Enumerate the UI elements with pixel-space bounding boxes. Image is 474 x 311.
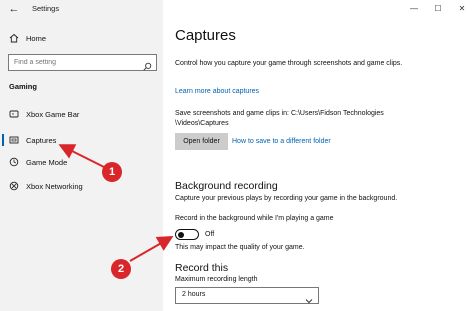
folder-help-link[interactable]: How to save to a different folder bbox=[232, 138, 331, 145]
record-background-label: Record in the background while I'm playi… bbox=[175, 215, 334, 222]
sidebar-item-label: Xbox Networking bbox=[26, 181, 83, 191]
xbox-game-bar-icon bbox=[9, 109, 19, 119]
learn-more-link[interactable]: Learn more about captures bbox=[175, 88, 259, 95]
annotation-callout-2: 2 bbox=[111, 259, 131, 279]
sidebar-item-label: Home bbox=[26, 33, 47, 43]
main-content: Captures Control how you capture your ga… bbox=[163, 0, 474, 311]
search-icon[interactable] bbox=[143, 58, 152, 71]
sidebar-item-label: Game Mode bbox=[26, 157, 68, 167]
record-background-toggle[interactable] bbox=[175, 229, 199, 240]
toggle-state-text: Off bbox=[205, 231, 215, 238]
sidebar-item-label: Xbox Game Bar bbox=[26, 109, 80, 119]
sidebar-item-xbox-game-bar[interactable]: Xbox Game Bar bbox=[0, 104, 163, 124]
max-recording-length-dropdown[interactable]: 2 hours bbox=[175, 287, 319, 304]
game-mode-icon bbox=[9, 157, 19, 167]
open-folder-button[interactable]: Open folder bbox=[175, 133, 228, 150]
sidebar-item-game-mode[interactable]: Game Mode bbox=[0, 152, 163, 172]
page-title: Captures bbox=[175, 27, 236, 44]
background-recording-description: Capture your previous plays by recording… bbox=[175, 195, 398, 202]
page-description: Control how you capture your game throug… bbox=[175, 60, 403, 67]
dropdown-value: 2 hours bbox=[182, 291, 206, 298]
impact-note: This may impact the quality of your game… bbox=[175, 244, 305, 251]
save-location-text: Save screenshots and game clips in: C:\U… bbox=[175, 110, 384, 127]
sidebar-item-xbox-networking[interactable]: Xbox Networking bbox=[0, 176, 163, 196]
xbox-icon bbox=[9, 181, 19, 191]
window-title: Settings bbox=[32, 4, 60, 13]
sidebar-item-captures[interactable]: Captures bbox=[0, 130, 163, 150]
back-arrow-icon[interactable]: ← bbox=[7, 2, 21, 16]
captures-icon bbox=[9, 135, 19, 145]
chevron-down-icon bbox=[305, 292, 313, 304]
search-input[interactable] bbox=[9, 55, 137, 70]
max-recording-length-label: Maximum recording length bbox=[175, 276, 258, 283]
home-icon bbox=[9, 33, 19, 43]
sidebar-section-label: Gaming bbox=[9, 82, 37, 91]
sidebar-item-home[interactable]: Home bbox=[0, 28, 163, 48]
sidebar-item-label: Captures bbox=[26, 135, 57, 145]
background-recording-heading: Background recording bbox=[175, 180, 278, 192]
record-this-heading: Record this bbox=[175, 262, 229, 274]
search-field[interactable] bbox=[8, 54, 157, 71]
annotation-callout-1: 1 bbox=[102, 162, 122, 182]
toggle-knob bbox=[178, 231, 184, 238]
